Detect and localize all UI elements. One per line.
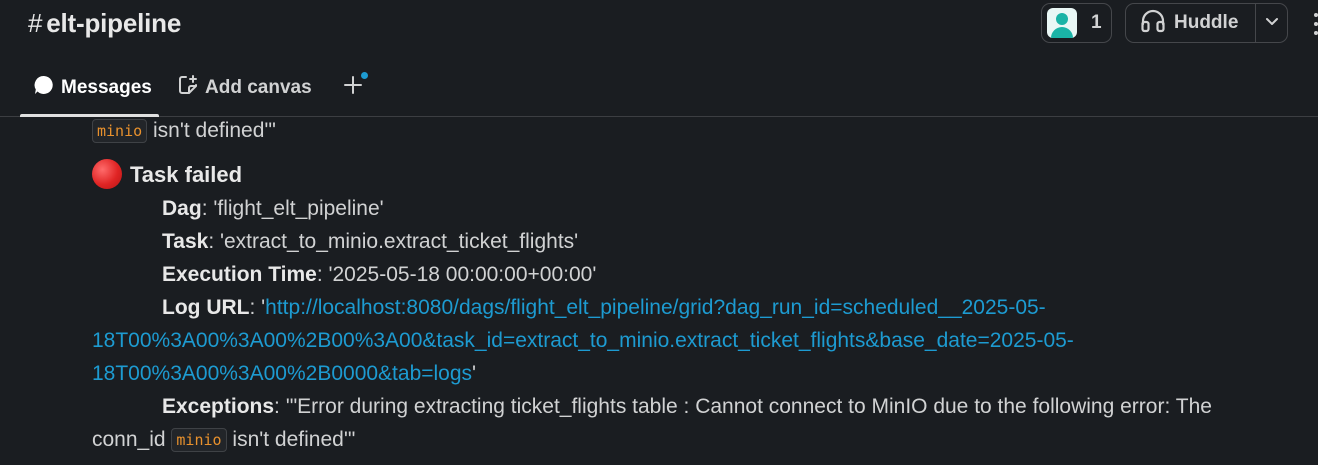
log-url-link-part3[interactable]: 18T00%3A00%3A00%2B0000&tab=logs (92, 362, 472, 385)
channel-hash-icon: # (28, 7, 43, 38)
members-count: 1 (1091, 12, 1102, 33)
previous-message-text: isn't defined'" (147, 119, 276, 142)
dag-field: Dag: 'flight_elt_pipeline' (162, 195, 384, 223)
channel-tabs: Messages Add canvas (20, 68, 370, 117)
task-label: Task (162, 230, 209, 253)
tab-add-canvas[interactable]: Add canvas (173, 68, 312, 108)
exceptions-text: conn_id (92, 428, 172, 451)
message-bubble-icon (33, 74, 55, 102)
channel-name: elt-pipeline (46, 7, 182, 38)
members-button[interactable]: 1 (1041, 3, 1112, 43)
huddle-button[interactable]: Huddle (1126, 4, 1255, 42)
log-url-link-part2[interactable]: 18T00%3A00%3A00%2B00%3A00&task_id=extrac… (92, 329, 1074, 352)
exceptions-continuation: conn_id minio isn't defined'" (92, 426, 355, 455)
canvas-icon (177, 74, 199, 102)
dag-label: Dag (162, 197, 202, 220)
avatar (1047, 8, 1077, 38)
execution-time-label: Execution Time (162, 263, 317, 286)
red-circle-icon (92, 159, 122, 190)
huddle-button-group: Huddle (1125, 3, 1288, 43)
chevron-down-icon (1264, 13, 1280, 34)
log-url-prefix: : ' (249, 296, 266, 319)
exceptions-field: Exceptions: '"Error during extracting ti… (162, 393, 1212, 421)
notification-dot (360, 72, 368, 79)
exceptions-text: isn't defined'" (226, 428, 356, 451)
huddle-label: Huddle (1174, 12, 1239, 33)
tab-messages[interactable]: Messages (20, 68, 159, 117)
plus-icon (343, 75, 363, 101)
execution-time-field: Execution Time: '2025-05-18 00:00:00+00:… (162, 261, 596, 289)
channel-header: # elt-pipeline 1 Huddle Messages Add can… (0, 0, 1318, 117)
inline-code: minio (92, 119, 148, 143)
log-url-link-part1[interactable]: http://localhost:8080/dags/flight_elt_pi… (265, 296, 1046, 319)
log-url-continuation: 18T00%3A00%3A00%2B00%3A00&task_id=extrac… (92, 327, 1074, 355)
message-pane: minio isn't defined'" Task failed Dag: '… (0, 117, 1318, 465)
inline-code: minio (171, 428, 227, 452)
task-field: Task: 'extract_to_minio.extract_ticket_f… (162, 228, 578, 256)
log-url-continuation: 18T00%3A00%3A00%2B0000&tab=logs' (92, 360, 476, 388)
task-value: : 'extract_to_minio.extract_ticket_fligh… (208, 230, 579, 253)
add-tab-button[interactable] (336, 68, 370, 108)
log-url-field: Log URL: 'http://localhost:8080/dags/fli… (162, 294, 1046, 322)
exceptions-label: Exceptions (162, 395, 275, 418)
more-options-icon[interactable] (1310, 10, 1318, 38)
previous-message-tail: minio isn't defined'" (92, 117, 276, 146)
huddle-options-button[interactable] (1256, 4, 1287, 42)
dag-value: : 'flight_elt_pipeline' (201, 197, 384, 220)
log-url-suffix: ' (472, 362, 477, 385)
exceptions-text: : '"Error during extracting ticket_fligh… (274, 395, 1212, 418)
message-heading: Task failed (92, 159, 243, 191)
headphones-icon (1140, 8, 1166, 39)
task-failed-title: Task failed (130, 162, 243, 187)
tab-messages-label: Messages (61, 77, 152, 98)
channel-title[interactable]: # elt-pipeline (28, 6, 181, 40)
tab-add-canvas-label: Add canvas (205, 77, 312, 98)
log-url-label: Log URL (162, 296, 250, 319)
execution-time-value: : '2025-05-18 00:00:00+00:00' (316, 263, 597, 286)
